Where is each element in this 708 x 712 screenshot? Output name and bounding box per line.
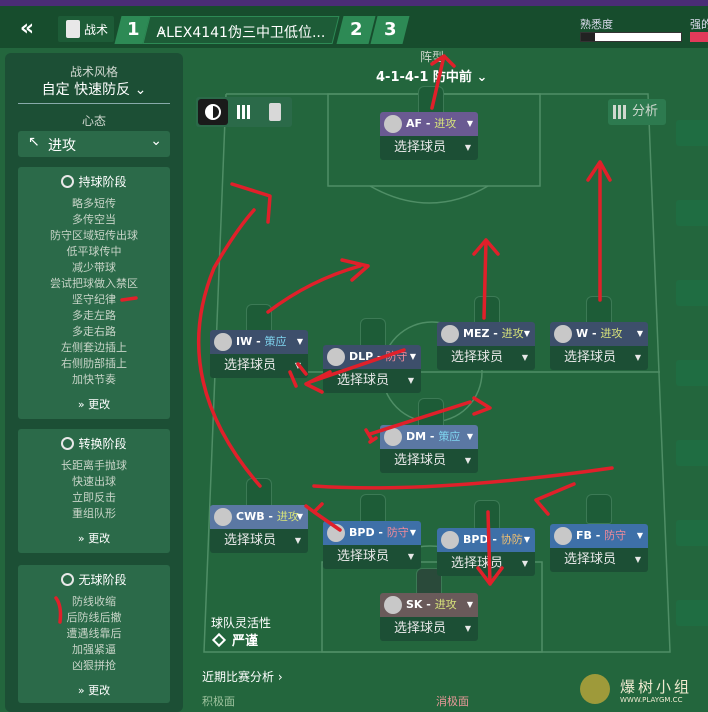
watermark: 爆树小组 WWW.PLAYGM.CC	[578, 670, 708, 712]
watermark-logo-icon	[580, 674, 610, 704]
chevron-right-icon: ›	[277, 670, 283, 684]
negative-label: 消极面	[436, 695, 469, 708]
recent-match-analysis-link[interactable]: 近期比赛分析 ›	[202, 668, 283, 685]
positive-label: 积极面	[202, 695, 235, 708]
flexibility-caption: 球队灵活性	[211, 616, 272, 630]
annotation-arrows	[54, 54, 614, 624]
flexibility-value: 严谨	[211, 630, 258, 649]
watermark-url: WWW.PLAYGM.CC	[620, 696, 683, 704]
watermark-title: 爆树小组	[620, 678, 693, 696]
diamond-icon	[211, 632, 227, 648]
